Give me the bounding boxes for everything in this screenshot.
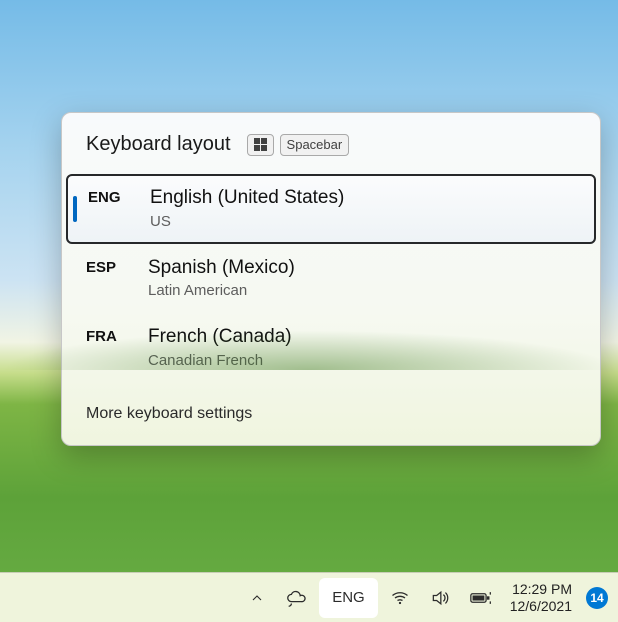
flyout-title: Keyboard layout bbox=[86, 133, 231, 156]
system-tray: ENG bbox=[241, 578, 608, 618]
chevron-up-icon bbox=[249, 590, 265, 606]
desktop-wallpaper: Keyboard layout Spacebar ENG English (Un… bbox=[0, 0, 618, 622]
wifi-button[interactable] bbox=[382, 578, 418, 618]
notification-badge[interactable]: 14 bbox=[586, 587, 608, 609]
battery-button[interactable] bbox=[462, 578, 500, 618]
windows-key-icon bbox=[247, 134, 274, 156]
onedrive-button[interactable] bbox=[277, 578, 315, 618]
date-text: 12/6/2021 bbox=[510, 598, 572, 614]
layout-name: Spanish (Mexico) bbox=[148, 256, 295, 281]
speaker-icon bbox=[430, 588, 450, 608]
tray-overflow-button[interactable] bbox=[241, 578, 273, 618]
shortcut-hint: Spacebar bbox=[247, 134, 350, 156]
layout-option-esp[interactable]: ESP Spanish (Mexico) Latin American bbox=[62, 244, 600, 314]
layout-subname: Latin American bbox=[148, 282, 295, 299]
layout-subname: US bbox=[150, 213, 344, 230]
spacebar-key-label: Spacebar bbox=[280, 134, 350, 156]
layout-code: FRA bbox=[86, 325, 148, 345]
cloud-sync-icon bbox=[285, 587, 307, 609]
time-text: 12:29 PM bbox=[512, 581, 572, 597]
flyout-header: Keyboard layout Spacebar bbox=[62, 113, 600, 170]
layout-option-fra[interactable]: FRA French (Canada) Canadian French bbox=[62, 313, 600, 383]
layout-name: French (Canada) bbox=[148, 325, 292, 350]
keyboard-layout-flyout: Keyboard layout Spacebar ENG English (Un… bbox=[61, 112, 601, 446]
layout-subname: Canadian French bbox=[148, 352, 292, 369]
more-keyboard-settings-link[interactable]: More keyboard settings bbox=[86, 405, 252, 422]
layout-code: ENG bbox=[88, 186, 150, 206]
taskbar: ENG bbox=[0, 572, 618, 622]
clock-button[interactable]: 12:29 PM 12/6/2021 bbox=[504, 578, 578, 618]
battery-charging-icon bbox=[470, 588, 492, 608]
wifi-icon bbox=[390, 588, 410, 608]
volume-button[interactable] bbox=[422, 578, 458, 618]
layout-name: English (United States) bbox=[150, 186, 344, 211]
layout-option-eng[interactable]: ENG English (United States) US bbox=[66, 174, 596, 244]
layout-option-list: ENG English (United States) US ESP Spani… bbox=[62, 170, 600, 387]
flyout-footer: More keyboard settings bbox=[62, 387, 600, 445]
ime-indicator-button[interactable]: ENG bbox=[319, 578, 378, 618]
layout-code: ESP bbox=[86, 256, 148, 276]
